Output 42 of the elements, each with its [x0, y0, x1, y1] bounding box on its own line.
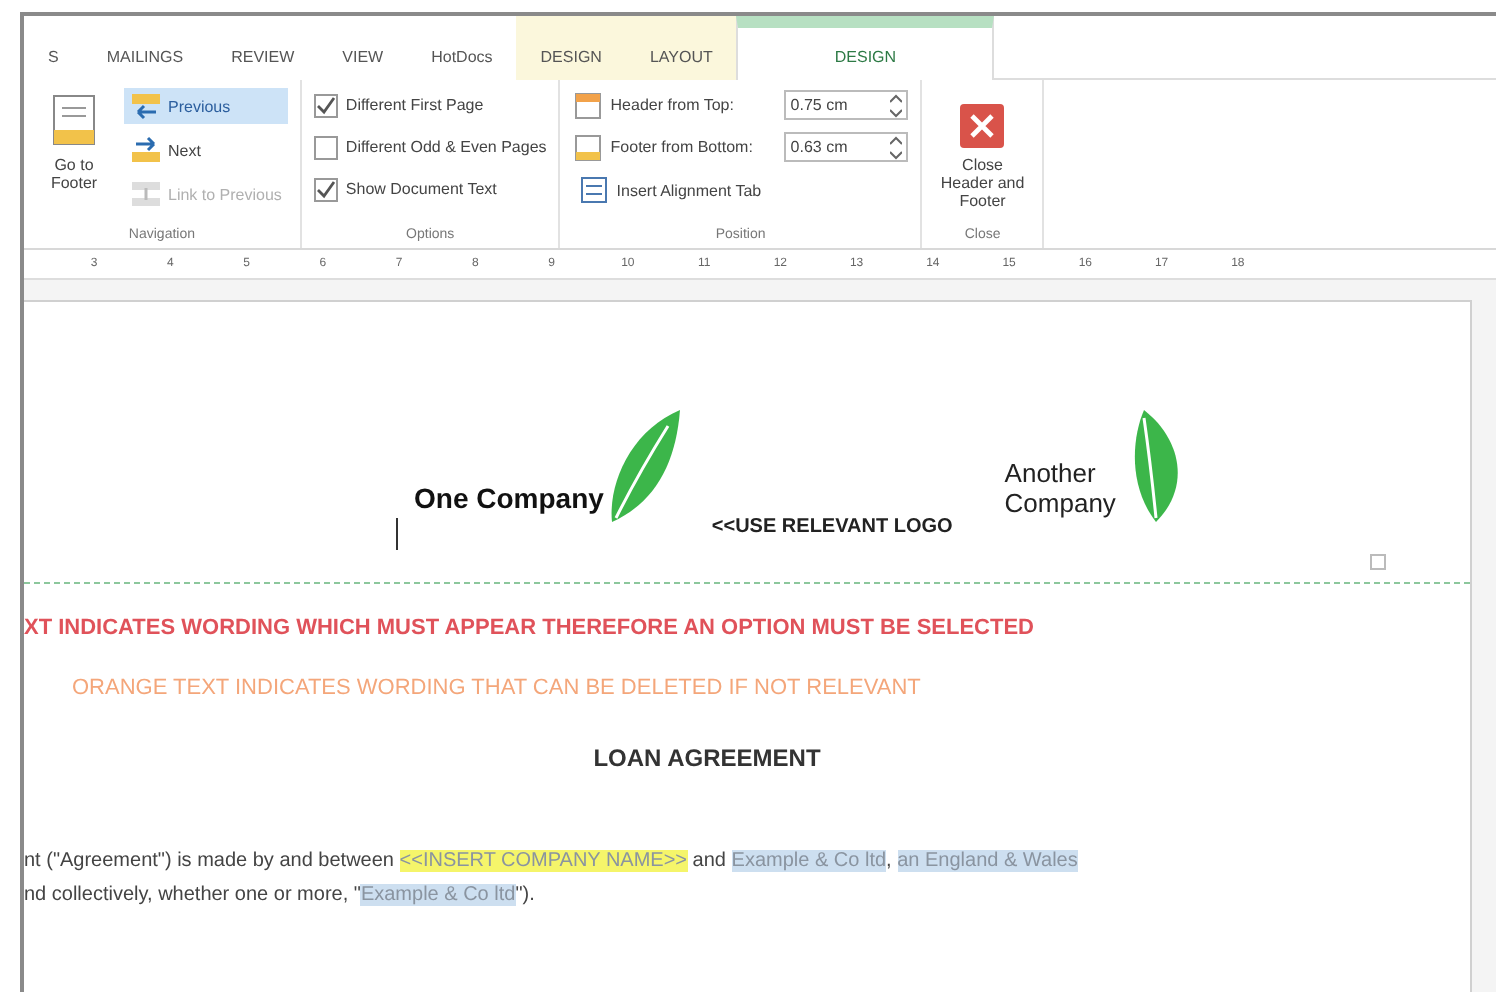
spin-field[interactable]: 0.63 cm	[784, 132, 909, 162]
checkbox-label: Different Odd & Even Pages	[345, 138, 547, 156]
footer-position-icon	[572, 133, 605, 161]
ribbon-tab[interactable]: LAYOUT	[625, 16, 737, 80]
checkbox-label: Different First Page	[345, 96, 484, 114]
link-icon	[130, 180, 162, 208]
ribbon-button[interactable]: Insert Alignment Tab	[572, 172, 909, 208]
checkbox-label: Show Document Text	[345, 180, 497, 198]
page-footer-icon	[48, 92, 100, 148]
previous-icon	[130, 92, 162, 120]
ribbon-tab[interactable]: S	[24, 16, 83, 80]
header-position-icon	[572, 91, 605, 119]
checkbox[interactable]	[313, 93, 338, 117]
checkbox[interactable]	[313, 177, 338, 201]
instruction-text: XT INDICATES WORDING WHICH MUST APPEAR THEREFORE AN OPTION MUST BE SELECTED	[24, 616, 1036, 640]
text-cursor	[396, 518, 398, 550]
ribbon-button[interactable]: Next	[124, 132, 288, 168]
ribbon-tab[interactable]: HotDocs	[407, 16, 517, 80]
ribbon-tab[interactable]: MAILINGS	[82, 16, 208, 80]
ribbon-tab[interactable]: DESIGN	[736, 16, 995, 80]
document-title: LOAN AGREEMENT	[591, 744, 823, 772]
spin-field[interactable]: 0.75 cm	[784, 90, 909, 120]
alignment-tab-icon	[578, 176, 611, 204]
ribbon-tab[interactable]: DESIGN	[516, 16, 626, 80]
agreement-paragraph: nt ("Agreement") is made by and between <<INSERT COMPANY NAME>> and Example & Co ltd, an England & Wales nd collectively, whether one or more, "Example & Co ltd").	[24, 848, 1080, 910]
ribbon-button[interactable]: Previous	[124, 88, 288, 124]
ribbon-button[interactable]: Close Header and Footer	[934, 88, 1031, 228]
logo-placeholder-text: <<USE RELEVANT LOGO	[711, 516, 953, 538]
ribbon-tab[interactable]: REVIEW	[207, 16, 319, 80]
field-label: Footer from Bottom:	[610, 138, 755, 156]
ribbon-button[interactable]: Go to Footer	[36, 88, 112, 228]
field-label: Header from Top:	[610, 96, 736, 114]
close-icon	[960, 104, 1005, 148]
instruction-text: ORANGE TEXT INDICATES WORDING THAT CAN BE DELETED IF NOT RELEVANT	[72, 676, 923, 700]
company-logo-text: One Company	[414, 482, 604, 514]
anchor-icon	[1370, 554, 1386, 570]
ribbon-tab[interactable]: VIEW	[318, 16, 408, 80]
company-logo-text: Another Company	[1004, 460, 1118, 518]
checkbox[interactable]	[313, 135, 338, 159]
spin-arrows-icon	[890, 93, 903, 117]
next-icon	[130, 136, 162, 164]
spin-arrows-icon	[890, 135, 903, 159]
